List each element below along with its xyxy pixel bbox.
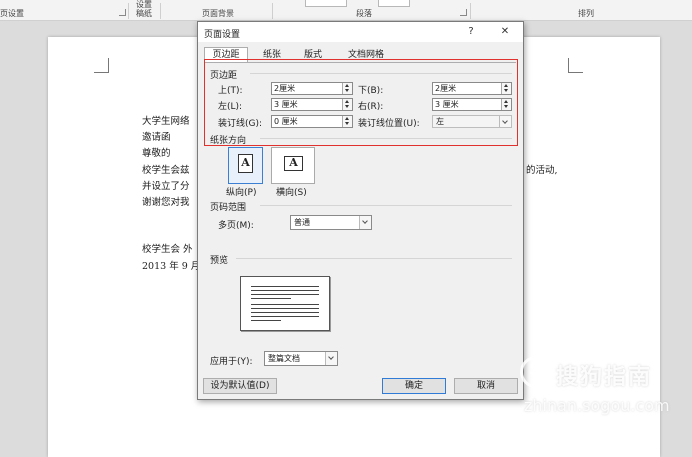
doc-line: 邀请函 bbox=[142, 132, 171, 143]
group-divider bbox=[260, 138, 512, 139]
multiple-pages-value: 普通 bbox=[294, 218, 310, 227]
portrait-page-icon: A bbox=[238, 154, 253, 173]
page-setup-dialog: 页面设置 ? ✕ 页边距 纸张 版式 文档网格 页边距 上(T): 2厘米 下(… bbox=[197, 21, 524, 400]
watermark-text: 搜狗指南 bbox=[556, 365, 653, 390]
help-button[interactable]: ? bbox=[462, 25, 480, 39]
ribbon-separator bbox=[272, 3, 273, 19]
crop-mark bbox=[568, 58, 583, 73]
apply-to-select[interactable]: 整篇文档 bbox=[264, 351, 338, 366]
group-divider bbox=[236, 258, 512, 259]
page-setup-launcher-icon[interactable] bbox=[119, 9, 126, 16]
indent-spinner[interactable] bbox=[305, 0, 347, 7]
doc-line: 2013 年 9 月 bbox=[142, 261, 201, 272]
landscape-page-icon: A bbox=[284, 156, 303, 171]
landscape-option[interactable]: A bbox=[271, 147, 315, 184]
pages-group-label: 页码范围 bbox=[210, 203, 247, 213]
set-default-button[interactable]: 设为默认值(D) bbox=[203, 378, 277, 394]
preview-line bbox=[251, 320, 281, 321]
dialog-titlebar[interactable]: 页面设置 ? ✕ bbox=[198, 22, 523, 42]
portrait-label: 纵向(P) bbox=[226, 188, 257, 198]
chevron-down-icon[interactable] bbox=[325, 352, 337, 365]
ribbon: 页设置 设置 稿纸 页面背景 段落 排列 bbox=[0, 0, 692, 21]
portrait-option[interactable]: A bbox=[228, 147, 263, 184]
doc-line-fragment: 的活动, bbox=[526, 165, 558, 176]
preview-line bbox=[251, 316, 319, 317]
apply-to-label: 应用于(Y): bbox=[210, 357, 253, 367]
chevron-down-icon[interactable] bbox=[359, 216, 371, 229]
preview-line bbox=[251, 286, 319, 287]
ribbon-separator bbox=[160, 3, 161, 19]
orientation-group-label: 纸张方向 bbox=[210, 136, 247, 146]
ribbon-separator bbox=[470, 3, 471, 19]
ok-button[interactable]: 确定 bbox=[382, 378, 446, 394]
page-setup-group-label: 页设置 bbox=[0, 9, 24, 18]
dialog-title: 页面设置 bbox=[204, 30, 241, 40]
paragraph-launcher-icon[interactable] bbox=[460, 9, 467, 16]
preview-line bbox=[251, 294, 319, 295]
group-divider bbox=[260, 205, 512, 206]
doc-line: 谢谢您对我 bbox=[142, 197, 190, 208]
preview-group-label: 预览 bbox=[210, 256, 229, 266]
preview-line bbox=[251, 290, 319, 291]
cancel-button[interactable]: 取消 bbox=[454, 378, 518, 394]
preview-line bbox=[251, 308, 319, 309]
apply-to-value: 整篇文档 bbox=[268, 354, 300, 363]
highlight-box bbox=[204, 59, 518, 146]
draft-group-label: 稿纸 bbox=[136, 9, 152, 18]
page-background-group-label: 页面背景 bbox=[202, 9, 234, 18]
doc-line: 校学生会兹 bbox=[142, 165, 190, 176]
paragraph-group-label: 段落 bbox=[356, 9, 372, 18]
doc-line: 校学生会 外 bbox=[142, 244, 193, 255]
preview-line bbox=[251, 298, 291, 299]
watermark-url: zhinan.sogou.com bbox=[524, 396, 670, 415]
spacing-spinner[interactable] bbox=[378, 0, 410, 7]
doc-line: 大学生网络 bbox=[142, 116, 190, 127]
doc-line: 并设立了分 bbox=[142, 181, 190, 192]
close-button[interactable]: ✕ bbox=[496, 25, 514, 39]
preview-line bbox=[251, 312, 319, 313]
preview-page bbox=[240, 276, 330, 331]
multiple-pages-label: 多页(M): bbox=[218, 221, 254, 231]
watermark-logo-letter: S bbox=[529, 359, 542, 380]
landscape-label: 横向(S) bbox=[276, 188, 307, 198]
doc-line: 尊敬的 bbox=[142, 148, 171, 159]
preview-line bbox=[251, 304, 319, 305]
arrange-group-label: 排列 bbox=[578, 9, 594, 18]
multiple-pages-select[interactable]: 普通 bbox=[290, 215, 372, 230]
crop-mark bbox=[94, 58, 109, 73]
ribbon-separator bbox=[128, 3, 129, 19]
